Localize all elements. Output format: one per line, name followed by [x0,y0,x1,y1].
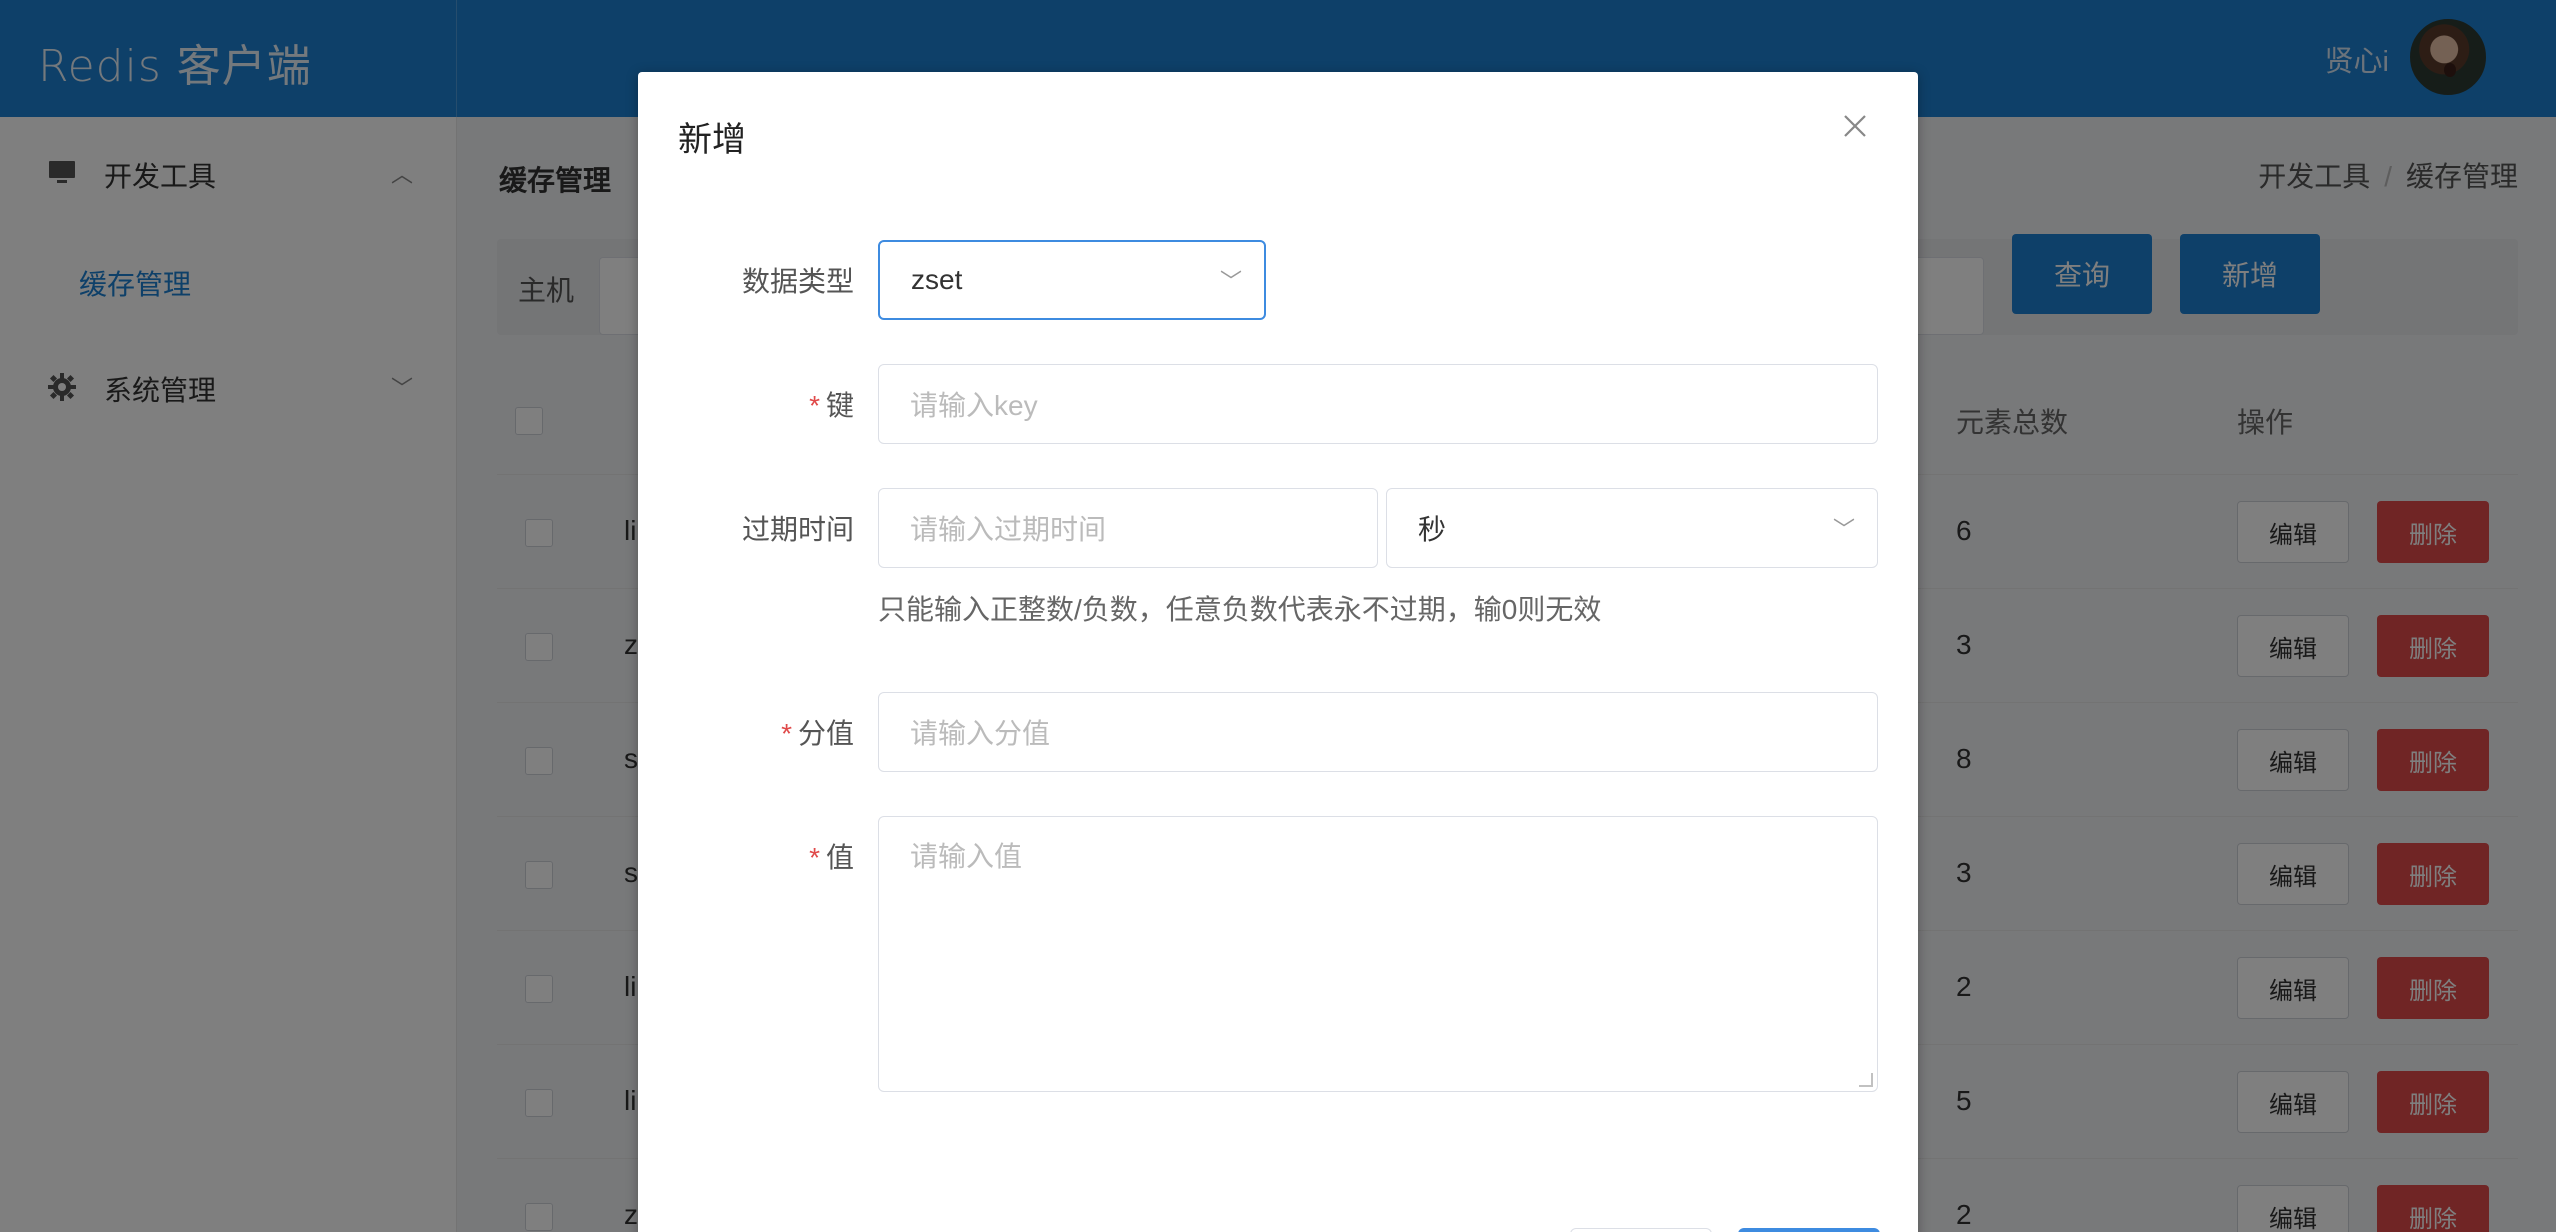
resize-handle[interactable] [1859,1073,1873,1087]
value-label-text: 值 [825,842,854,873]
score-input[interactable]: 请输入分值 [878,692,1878,772]
cancel-button[interactable] [1570,1228,1712,1232]
chevron-down-icon: ﹀ [1219,269,1242,294]
required-mark: * [781,718,792,749]
confirm-button[interactable] [1738,1228,1880,1232]
add-dialog: 新增 数据类型 zset ﹀ * 键 请输入key 过期时间 请输入过期时间 秒 … [638,72,1918,1232]
close-icon[interactable] [1840,112,1870,142]
dialog-title: 新增 [678,121,746,159]
chevron-down-icon: ﹀ [1832,517,1855,542]
type-label: 数据类型 [741,266,854,297]
required-mark: * [809,390,820,421]
expire-label: 过期时间 [741,514,854,545]
score-input-placeholder: 请输入分值 [910,718,1051,749]
score-label-text: 分值 [797,718,854,749]
key-input-placeholder: 请输入key [910,390,1038,421]
score-label: * 分值 [654,712,854,752]
type-select[interactable]: zset ﹀ [878,240,1266,320]
required-mark: * [809,842,820,873]
value-textarea-placeholder: 请输入值 [910,841,1023,872]
value-textarea[interactable]: 请输入值 [878,816,1878,1092]
key-input[interactable]: 请输入key [878,364,1878,444]
expire-unit-value: 秒 [1418,514,1447,545]
type-select-value: zset [911,264,963,295]
key-label-text: 键 [825,390,854,421]
expire-input-placeholder: 请输入过期时间 [910,514,1107,545]
value-label: * 值 [654,836,854,876]
expire-input[interactable]: 请输入过期时间 [878,488,1378,568]
expire-hint: 只能输入正整数/负数，任意负数代表永不过期，输0则无效 [878,594,1602,625]
expire-unit-select[interactable]: 秒 ﹀ [1386,488,1878,568]
key-label: * 键 [654,384,854,424]
